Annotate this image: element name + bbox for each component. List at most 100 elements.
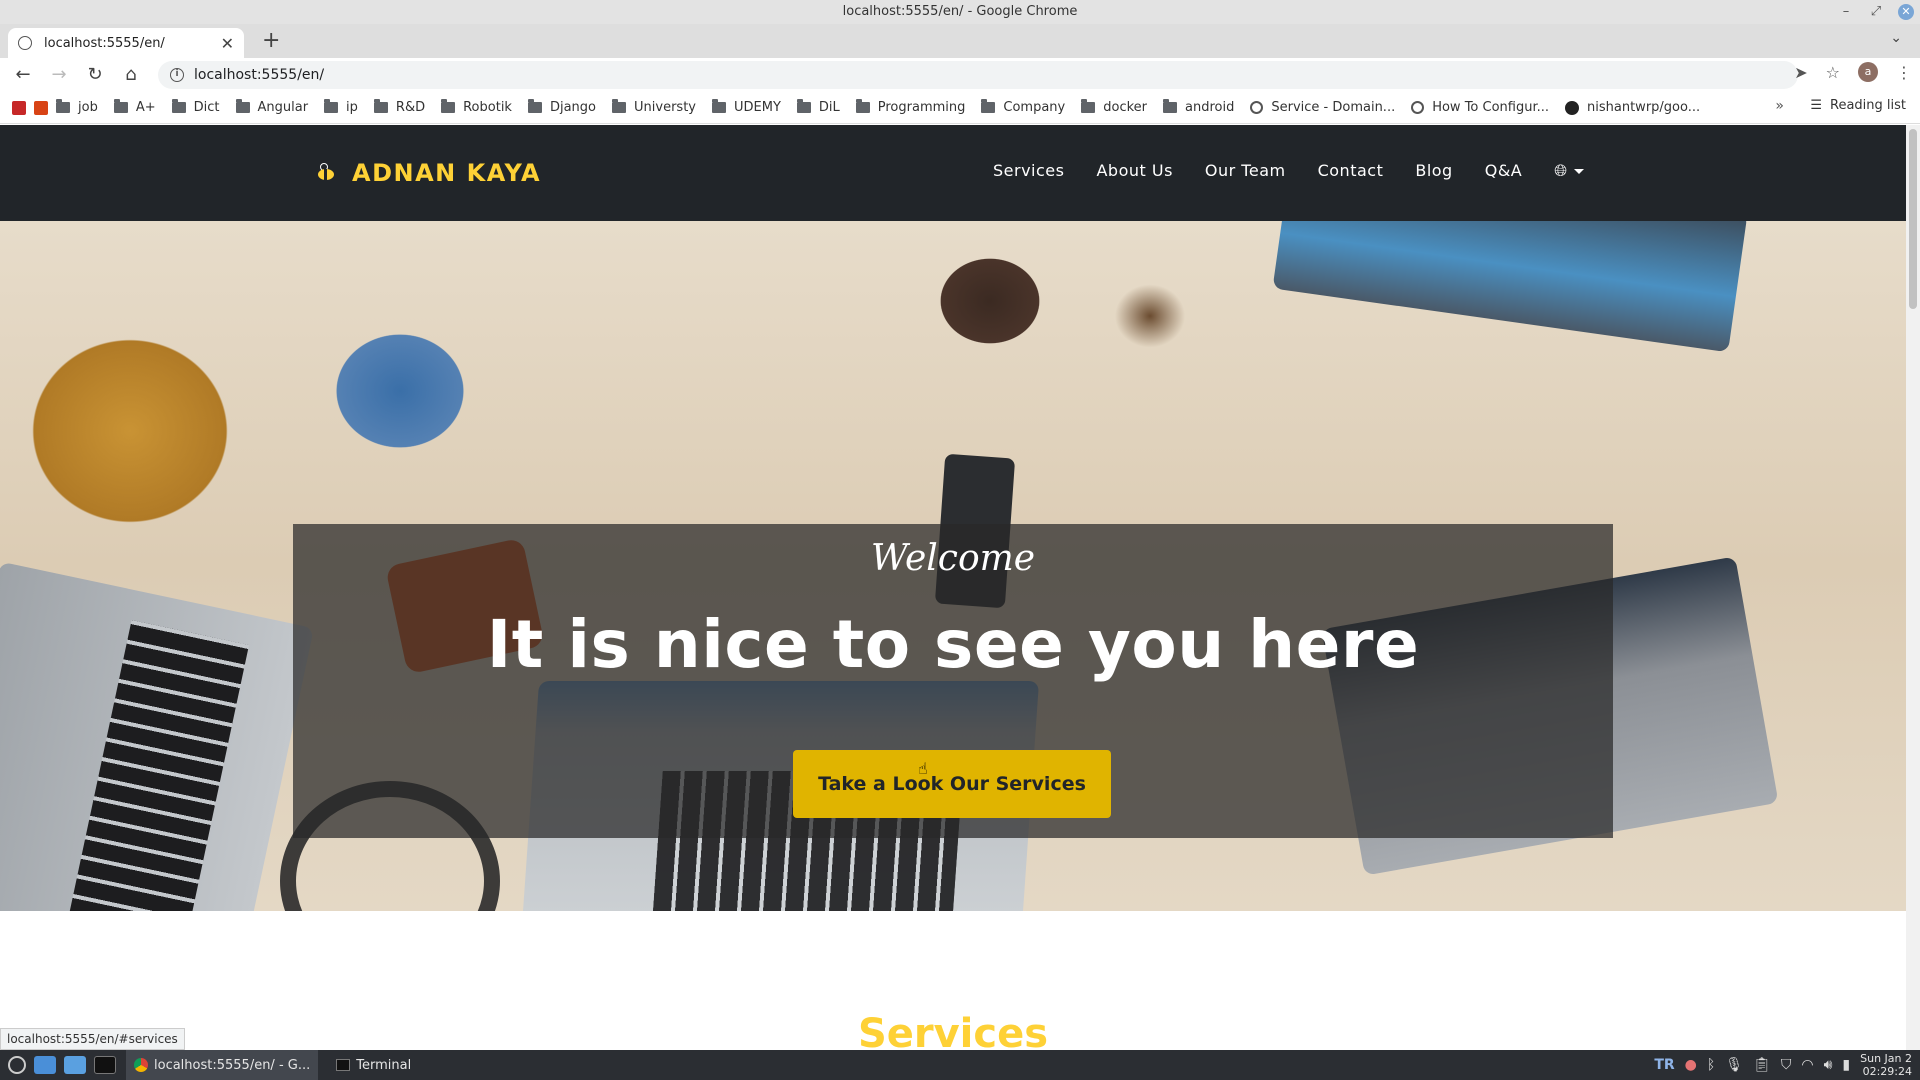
screen-recorder-icon[interactable]: ●: [1685, 1057, 1697, 1073]
new-tab-icon[interactable]: +: [262, 28, 280, 53]
bluetooth-icon[interactable]: ᛒ: [1707, 1057, 1715, 1073]
bookmark-folder[interactable]: Programming: [855, 99, 966, 115]
bookmark-red-icon[interactable]: [12, 100, 26, 115]
globe-icon: [1411, 101, 1425, 114]
tab-strip: localhost:5555/en/ ✕: [0, 24, 1920, 58]
nav-link-our-team[interactable]: Our Team: [1205, 161, 1286, 181]
clock-date: Sun Jan 2: [1860, 1052, 1912, 1065]
bookmark-folder[interactable]: R&D: [373, 99, 426, 115]
system-clock[interactable]: Sun Jan 2 02:29:24: [1860, 1052, 1912, 1078]
bookmark-folder[interactable]: Django: [527, 99, 596, 115]
folder-icon: [373, 99, 388, 113]
folder-icon: [711, 99, 726, 113]
folder-icon: [981, 99, 996, 113]
window-controls: – ⤢ ✕: [1838, 0, 1914, 24]
bookmarks-overflow-icon[interactable]: »: [1775, 98, 1784, 114]
address-url: localhost:5555/en/: [194, 67, 325, 83]
bookmark-folder[interactable]: docker: [1081, 99, 1147, 115]
bookmark-folder[interactable]: Angular: [235, 99, 308, 115]
clock-time: 02:29:24: [1862, 1065, 1912, 1078]
clipboard-icon[interactable]: 📋︎: [1753, 1057, 1771, 1073]
profile-avatar[interactable]: a: [1858, 62, 1878, 82]
reload-icon[interactable]: ↻: [82, 62, 108, 88]
tab-search-chevron-icon[interactable]: ⌄: [1890, 30, 1902, 46]
browser-tab[interactable]: localhost:5555/en/ ✕: [8, 28, 244, 58]
start-menu-icon[interactable]: [8, 1056, 26, 1074]
bookmark-folder[interactable]: ip: [324, 99, 358, 115]
send-icon[interactable]: ➤: [1794, 63, 1807, 82]
bookmark-label: ip: [346, 100, 358, 115]
folder-icon: [441, 99, 456, 113]
file-manager-icon[interactable]: [64, 1056, 86, 1074]
reading-list-button[interactable]: ☰ Reading list: [1810, 98, 1906, 113]
battery-icon[interactable]: ▮: [1842, 1057, 1850, 1073]
os-taskbar: localhost:5555/en/ - G... Terminal TR ● …: [0, 1050, 1920, 1080]
folder-icon: [1163, 99, 1178, 113]
terminal-icon: [336, 1059, 351, 1071]
bookmark-service-domain[interactable]: Service - Domain...: [1250, 100, 1395, 115]
hero-overlay: Welcome It is nice to see you here Take …: [293, 524, 1613, 838]
bookmark-folder[interactable]: Dict: [171, 99, 220, 115]
folder-icon: [171, 99, 186, 113]
bookmark-label: A+: [135, 100, 156, 115]
terminal-launcher-icon[interactable]: [94, 1056, 116, 1074]
nav-link-blog[interactable]: Blog: [1415, 161, 1452, 181]
task-terminal[interactable]: Terminal: [328, 1050, 419, 1080]
bookmark-folder[interactable]: job: [56, 99, 98, 115]
back-icon[interactable]: ←: [10, 62, 36, 88]
volume-icon[interactable]: 🔊︎: [1824, 1057, 1833, 1073]
github-icon: [1565, 100, 1580, 115]
chrome-icon: [134, 1058, 148, 1072]
brand-name: ADNAN KAYA: [352, 159, 542, 187]
bookmark-star-icon[interactable]: ☆: [1826, 63, 1840, 82]
microphone-icon[interactable]: 🎙︎: [1725, 1057, 1743, 1073]
bookmark-folder[interactable]: Robotik: [441, 99, 512, 115]
site-brand[interactable]: ADNAN KAYA: [312, 159, 541, 187]
globe-icon: 🌐︎: [1554, 161, 1568, 180]
bookmark-label: R&D: [395, 100, 426, 115]
bookmark-shield-icon[interactable]: [34, 100, 48, 115]
bookmark-label: Robotik: [463, 100, 512, 115]
tab-close-icon[interactable]: ✕: [221, 34, 234, 53]
menu-kebab-icon[interactable]: ⋮: [1896, 63, 1912, 82]
folder-icon: [113, 99, 128, 113]
bookmark-folder[interactable]: UDEMY: [711, 99, 781, 115]
services-heading: Services: [857, 1011, 1049, 1050]
globe-icon: [1250, 101, 1264, 114]
bookmark-folder[interactable]: Universty: [612, 99, 696, 115]
bookmark-github[interactable]: nishantwrp/goo...: [1565, 100, 1700, 115]
scrollbar-thumb[interactable]: [1909, 129, 1917, 309]
bookmark-label: Programming: [877, 100, 966, 115]
status-url-tooltip: localhost:5555/en/#services: [0, 1028, 185, 1050]
close-window-icon[interactable]: ✕: [1898, 4, 1914, 20]
nav-link-services[interactable]: Services: [993, 161, 1064, 181]
language-dropdown[interactable]: 🌐︎: [1554, 161, 1584, 181]
site-info-icon[interactable]: i: [170, 68, 184, 82]
web-page: ADNAN KAYA Services About Us Our Team Co…: [0, 125, 1906, 1050]
window-title: localhost:5555/en/ - Google Chrome: [842, 4, 1078, 19]
desktop-icon[interactable]: [34, 1056, 56, 1074]
shield-icon[interactable]: ⛉: [1781, 1057, 1792, 1073]
system-tray: TR ● ᛒ 🎙︎ 📋︎ ⛉ ◠ 🔊︎ ▮ Sun Jan 2 02:29:24: [1654, 1050, 1912, 1080]
forward-icon[interactable]: →: [46, 62, 72, 88]
hero-section: Welcome It is nice to see you here Take …: [0, 221, 1906, 911]
bookmark-label: job: [78, 100, 98, 115]
bookmark-how-to[interactable]: How To Configur...: [1411, 100, 1549, 115]
home-icon[interactable]: ⌂: [118, 62, 144, 88]
nav-link-about-us[interactable]: About Us: [1096, 161, 1172, 181]
bookmark-folder[interactable]: android: [1163, 99, 1234, 115]
bookmark-folder[interactable]: Company: [981, 99, 1065, 115]
wifi-icon[interactable]: ◠: [1801, 1057, 1813, 1073]
nav-link-contact[interactable]: Contact: [1318, 161, 1384, 181]
nav-link-qa[interactable]: Q&A: [1485, 161, 1523, 181]
task-chrome[interactable]: localhost:5555/en/ - G...: [126, 1050, 319, 1080]
bookmark-folder[interactable]: A+: [113, 99, 156, 115]
page-scrollbar[interactable]: [1906, 125, 1920, 1050]
bookmark-folder[interactable]: DiL: [796, 99, 840, 115]
minimize-icon[interactable]: –: [1838, 4, 1854, 20]
address-bar[interactable]: i localhost:5555/en/: [158, 61, 1798, 89]
keyboard-layout-indicator[interactable]: TR: [1654, 1057, 1674, 1073]
bookmark-label: UDEMY: [733, 100, 781, 115]
maximize-icon[interactable]: ⤢: [1868, 4, 1884, 20]
services-cta-button[interactable]: Take a Look Our Services: [793, 750, 1111, 818]
